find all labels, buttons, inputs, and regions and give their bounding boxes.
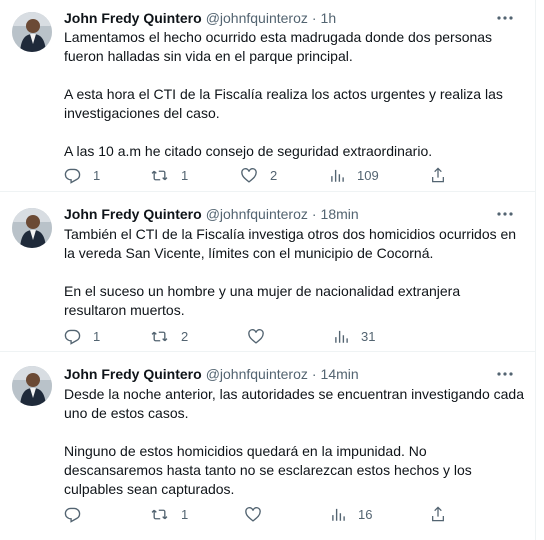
views-count: 31 <box>361 328 376 344</box>
author-name[interactable]: John Fredy Quintero <box>64 204 202 224</box>
tweet-paragraph: También el CTI de la Fiscalía investiga … <box>64 226 517 261</box>
avatar[interactable] <box>12 208 52 248</box>
tweet-time[interactable]: 1h <box>321 8 337 28</box>
share-button[interactable] <box>430 504 446 524</box>
author-handle[interactable]: @johnfquinteroz <box>206 8 308 28</box>
views-button[interactable]: 109 <box>330 165 379 185</box>
more-icon[interactable] <box>495 364 515 384</box>
share-icon <box>432 167 444 183</box>
retweet-button[interactable]: 1 <box>150 165 188 185</box>
like-icon <box>245 506 261 522</box>
tweet-paragraph: Desde la noche anterior, las autoridades… <box>64 386 524 421</box>
like-button[interactable] <box>247 326 277 346</box>
tweet-header: John Fredy Quintero @johnfquinteroz · 18… <box>64 204 359 224</box>
views-button[interactable]: 16 <box>331 504 372 524</box>
more-icon[interactable] <box>495 8 515 28</box>
author-handle[interactable]: @johnfquinteroz <box>206 364 308 384</box>
tweet-actions: 1 16 <box>64 504 444 524</box>
header-separator: · <box>311 10 317 26</box>
timeline-border <box>535 0 536 540</box>
like-button[interactable] <box>244 504 274 524</box>
retweet-count: 1 <box>181 506 189 522</box>
tweet-3[interactable]: John Fredy Quintero @johnfquinteroz · 14… <box>0 352 535 540</box>
retweet-count: 2 <box>181 328 189 344</box>
views-icon <box>332 508 345 521</box>
views-icon <box>331 169 344 182</box>
views-icon <box>335 330 348 343</box>
reply-button[interactable]: 1 <box>64 326 100 346</box>
tweet-text: Desde la noche anterior, las autoridades… <box>64 385 524 499</box>
share-icon <box>432 506 444 522</box>
tweet-header: John Fredy Quintero @johnfquinteroz · 1h <box>64 8 336 28</box>
tweet-time[interactable]: 14min <box>321 364 359 384</box>
author-handle[interactable]: @johnfquinteroz <box>206 204 308 224</box>
views-count: 16 <box>358 506 373 522</box>
share-button[interactable] <box>430 165 446 185</box>
tweet-paragraph: A esta hora el CTI de la Fiscalía realiz… <box>64 86 503 121</box>
retweet-icon <box>151 509 168 519</box>
tweet-2[interactable]: John Fredy Quintero @johnfquinteroz · 18… <box>0 192 535 351</box>
like-button[interactable]: 2 <box>240 165 277 185</box>
reply-count: 1 <box>93 167 101 183</box>
retweet-count: 1 <box>181 167 189 183</box>
header-separator: · <box>311 366 317 382</box>
tweet-text: Lamentamos el hecho ocurrido esta madrug… <box>64 28 524 161</box>
reply-count: 1 <box>93 328 101 344</box>
like-icon <box>241 167 257 183</box>
tweet-actions: 1 2 31 <box>64 326 444 346</box>
reply-button[interactable] <box>64 504 93 524</box>
retweet-icon <box>151 170 168 180</box>
reply-icon <box>64 168 81 184</box>
avatar[interactable] <box>12 12 52 52</box>
tweet-time[interactable]: 18min <box>321 204 359 224</box>
tweet-header: John Fredy Quintero @johnfquinteroz · 14… <box>64 364 359 384</box>
author-name[interactable]: John Fredy Quintero <box>64 8 202 28</box>
tweet-paragraph: Ninguno de estos homicidios quedará en l… <box>64 443 472 497</box>
tweet-1[interactable]: John Fredy Quintero @johnfquinteroz · 1h… <box>0 0 535 191</box>
reply-icon <box>64 329 81 345</box>
tweet-paragraph: En el suceso un hombre y una mujer de na… <box>64 283 461 318</box>
views-count: 109 <box>357 167 379 183</box>
author-name[interactable]: John Fredy Quintero <box>64 364 202 384</box>
like-count: 2 <box>270 167 278 183</box>
tweet-actions: 1 1 2 109 <box>64 165 444 185</box>
retweet-icon <box>151 331 168 341</box>
tweet-text: También el CTI de la Fiscalía investiga … <box>64 225 524 320</box>
avatar[interactable] <box>12 366 52 406</box>
more-icon[interactable] <box>495 204 515 224</box>
reply-icon <box>64 507 81 523</box>
header-separator: · <box>311 206 317 222</box>
tweet-paragraph: A las 10 a.m he citado consejo de seguri… <box>64 143 433 159</box>
retweet-button[interactable]: 1 <box>150 504 188 524</box>
views-button[interactable]: 31 <box>334 326 375 346</box>
tweet-paragraph: Lamentamos el hecho ocurrido esta madrug… <box>64 29 493 64</box>
like-icon <box>248 328 264 344</box>
retweet-button[interactable]: 2 <box>150 326 188 346</box>
reply-button[interactable]: 1 <box>64 165 100 185</box>
